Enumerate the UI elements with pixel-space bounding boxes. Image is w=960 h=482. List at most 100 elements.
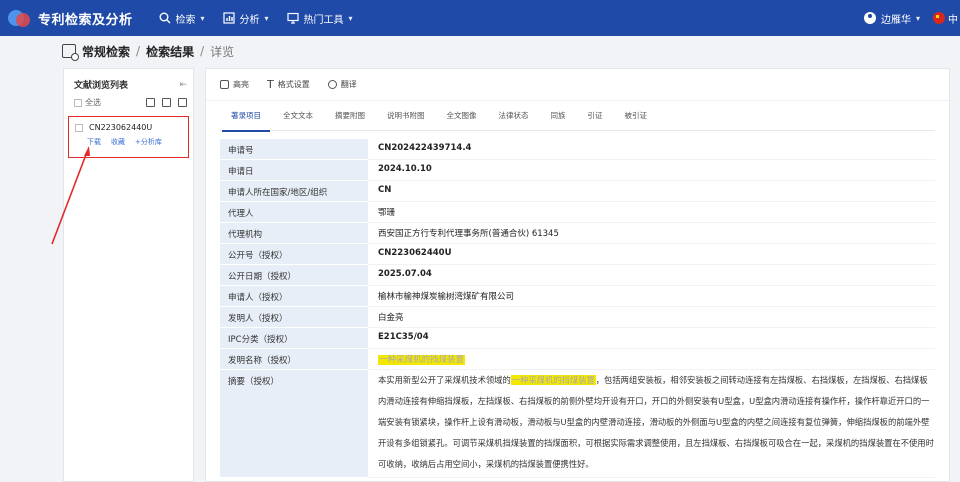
field-label: IPC分类（授权） xyxy=(220,328,368,349)
table-row: 代理人 鄂珊 xyxy=(220,202,935,223)
translate-label: 翻译 xyxy=(340,80,357,89)
table-row: 发明名称（授权） 一种采煤机的挡煤装置 xyxy=(220,349,935,370)
field-label: 摘要（授权） xyxy=(220,370,368,478)
list-item[interactable]: CN223062440U 下载 收藏 +分析库 xyxy=(68,116,189,158)
field-value: 鄂珊 xyxy=(368,202,935,223)
table-row: 申请号 CN202422439714.4 xyxy=(220,139,935,160)
abstract-pre: 本实用新型公开了采煤机技术领域的 xyxy=(378,375,511,385)
table-row: 申请人（授权） 榆林市榆神煤炭榆树湾煤矿有限公司 xyxy=(220,286,935,307)
language-switch[interactable]: 中 xyxy=(933,0,958,36)
highlight-button[interactable]: 高亮 xyxy=(220,79,249,90)
table-row: 公开号（授权） CN223062440U xyxy=(220,244,935,265)
print-icon[interactable] xyxy=(178,98,187,107)
field-value: 榆林市榆神煤炭榆树湾煤矿有限公司 xyxy=(368,286,935,307)
field-value: 2024.10.10 xyxy=(368,160,935,181)
field-label: 申请人（授权） xyxy=(220,286,368,307)
bibliographic-table: 申请号 CN202422439714.4 申请日 2024.10.10 申请人所… xyxy=(220,139,935,478)
detail-toolbar: 高亮 T 格式设置 翻译 xyxy=(206,69,949,101)
format-settings-button[interactable]: T 格式设置 xyxy=(267,78,310,91)
abstract-text: 本实用新型公开了采煤机技术领域的一种采煤机的挡煤装置，包括两组安装板，相邻安装板… xyxy=(368,370,935,478)
field-label: 发明名称（授权） xyxy=(220,349,368,370)
select-all-label: 全选 xyxy=(85,98,101,107)
field-value: CN202422439714.4 xyxy=(368,139,935,160)
invention-title-highlight: 一种采煤机的挡煤装置 xyxy=(378,355,466,365)
collapse-icon[interactable]: ⇤ xyxy=(179,80,187,90)
field-value: CN223062440U xyxy=(368,244,935,265)
field-value: E21C35/04 xyxy=(368,328,935,349)
nav-tools[interactable]: 热门工具 ▾ xyxy=(286,11,353,26)
language-label: 中 xyxy=(948,14,958,26)
item-add-to-library-link[interactable]: +分析库 xyxy=(135,137,162,147)
select-all-checkbox[interactable] xyxy=(74,98,82,107)
translate-button[interactable]: 翻译 xyxy=(327,79,357,90)
export-icon[interactable] xyxy=(162,98,171,107)
item-checkbox[interactable] xyxy=(75,123,83,132)
app-title[interactable]: 专利检索及分析 xyxy=(38,9,133,28)
tab-full-image[interactable]: 全文图像 xyxy=(436,101,488,131)
detail-panel: 高亮 T 格式设置 翻译 著录项目 全文文本 摘要附图 说明书附图 全文图像 法… xyxy=(205,68,950,482)
breadcrumb-separator: / xyxy=(200,44,205,58)
top-bar: 专利检索及分析 检索 ▾ 分析 ▾ 热门工具 ▾ 边雁华 ▾ 中 xyxy=(0,0,960,36)
table-row-abstract: 摘要（授权） 本实用新型公开了采煤机技术领域的一种采煤机的挡煤装置，包括两组安装… xyxy=(220,370,935,478)
item-publication-number[interactable]: CN223062440U xyxy=(89,123,152,132)
field-label: 发明人（授权） xyxy=(220,307,368,328)
abstract-post: ，包括两组安装板，相邻安装板之间转动连接有左挡煤板、右挡煤板，左挡煤板、右挡煤板… xyxy=(378,375,934,469)
document-list-panel: 文献浏览列表 ⇤ 全选 CN223062440U 下载 收藏 +分析库 xyxy=(63,68,194,482)
chevron-down-icon: ▾ xyxy=(200,13,205,23)
translate-icon xyxy=(327,80,337,89)
nav-tools-label: 热门工具 xyxy=(303,14,344,26)
tab-citations[interactable]: 引证 xyxy=(577,101,614,131)
tab-full-text[interactable]: 全文文本 xyxy=(272,101,324,131)
table-row: 申请人所在国家/地区/组织 CN xyxy=(220,181,935,202)
item-download-link[interactable]: 下载 xyxy=(87,137,101,147)
select-all[interactable]: 全选 xyxy=(74,97,101,108)
tab-description-drawings[interactable]: 说明书附图 xyxy=(376,101,436,131)
field-label: 公开日期（授权） xyxy=(220,265,368,286)
breadcrumb-results[interactable]: 检索结果 xyxy=(146,43,194,60)
tab-family[interactable]: 同族 xyxy=(540,101,577,131)
nav-search-label: 检索 xyxy=(175,14,196,26)
list-toolbar xyxy=(146,98,187,107)
document-list-title: 文献浏览列表 xyxy=(74,81,129,91)
field-value: 西安国正方行专利代理事务所(普通合伙) 61345 xyxy=(368,223,935,244)
chevron-down-icon: ▾ xyxy=(264,13,269,23)
user-menu[interactable]: 边雁华 ▾ xyxy=(863,0,920,36)
user-avatar-icon xyxy=(863,12,876,24)
field-label: 代理机构 xyxy=(220,223,368,244)
nav-search[interactable]: 检索 ▾ xyxy=(159,11,205,26)
field-label: 公开号（授权） xyxy=(220,244,368,265)
breadcrumb: 常规检索 / 检索结果 / 详览 xyxy=(62,42,235,61)
china-flag-icon xyxy=(933,12,945,24)
tab-bibliographic[interactable]: 著录项目 xyxy=(220,101,272,132)
download-icon[interactable] xyxy=(146,98,155,107)
main-nav: 检索 ▾ 分析 ▾ 热门工具 ▾ xyxy=(159,11,353,26)
field-value: 白金亮 xyxy=(368,307,935,328)
user-name: 边雁华 xyxy=(880,14,911,26)
table-row: 公开日期（授权） 2025.07.04 xyxy=(220,265,935,286)
table-row: 发明人（授权） 白金亮 xyxy=(220,307,935,328)
nav-analysis-label: 分析 xyxy=(239,14,260,26)
chevron-down-icon: ▾ xyxy=(915,13,920,23)
field-label: 申请号 xyxy=(220,139,368,160)
breadcrumb-home[interactable]: 常规检索 xyxy=(82,43,130,60)
field-label: 代理人 xyxy=(220,202,368,223)
table-row: 代理机构 西安国正方行专利代理事务所(普通合伙) 61345 xyxy=(220,223,935,244)
highlighter-icon xyxy=(220,80,229,89)
item-favorite-link[interactable]: 收藏 xyxy=(111,137,125,147)
tab-abstract-drawing[interactable]: 摘要附图 xyxy=(324,101,376,131)
search-doc-icon xyxy=(62,44,79,61)
app-logo-icon[interactable] xyxy=(6,7,34,29)
abstract-highlight: 一种采煤机的挡煤装置 xyxy=(510,375,596,385)
table-row: 申请日 2024.10.10 xyxy=(220,160,935,181)
detail-tabs: 著录项目 全文文本 摘要附图 说明书附图 全文图像 法律状态 同族 引证 被引证 xyxy=(220,101,935,132)
breadcrumb-detail: 详览 xyxy=(210,44,235,59)
field-value: 2025.07.04 xyxy=(368,265,935,286)
field-label: 申请日 xyxy=(220,160,368,181)
tab-legal-status[interactable]: 法律状态 xyxy=(488,101,540,131)
text-format-icon: T xyxy=(267,78,274,91)
field-value: CN xyxy=(368,181,935,202)
chevron-down-icon: ▾ xyxy=(348,13,353,23)
highlight-label: 高亮 xyxy=(233,80,249,89)
tab-cited-by[interactable]: 被引证 xyxy=(614,101,659,131)
nav-analysis[interactable]: 分析 ▾ xyxy=(222,11,269,26)
